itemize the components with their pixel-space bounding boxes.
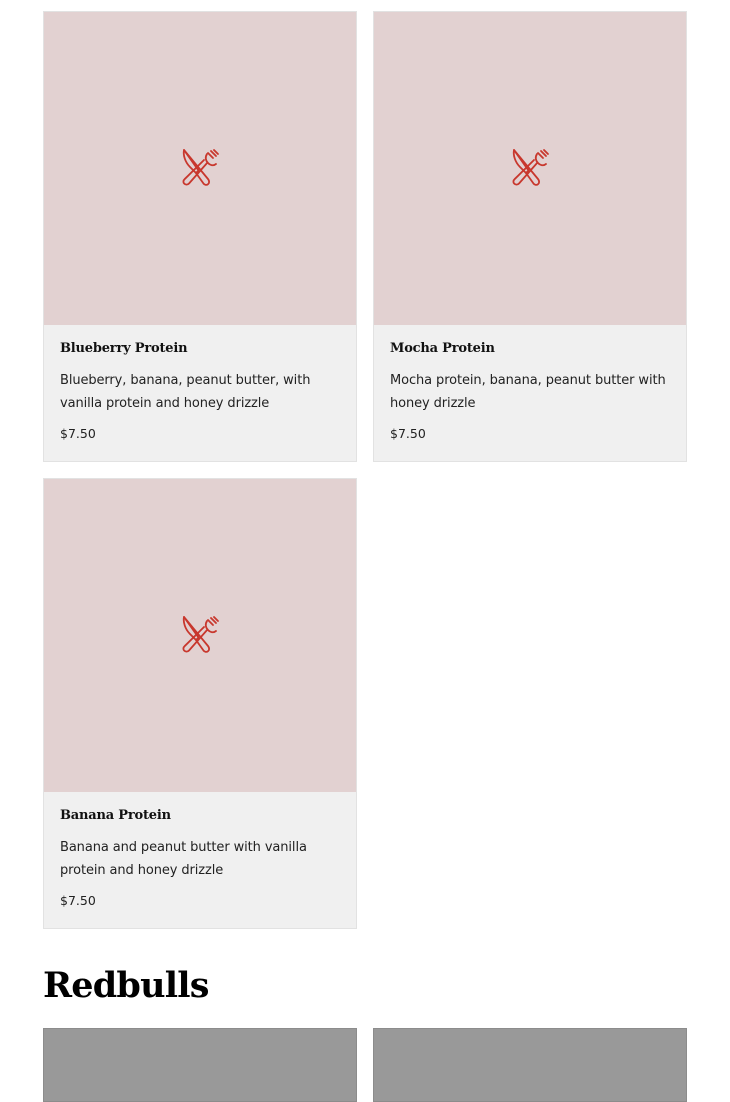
menu-item-image — [44, 12, 356, 325]
menu-item-description: Banana and peanut butter with vanilla pr… — [60, 840, 307, 878]
menu-item-card[interactable]: Banana Protein Banana and peanut butter … — [43, 478, 357, 929]
menu-item-name: Banana Protein — [60, 808, 171, 823]
menu-item-price: $7.50 — [60, 893, 96, 908]
menu-item-price: $7.50 — [390, 426, 426, 441]
fork-knife-icon — [508, 145, 552, 193]
menu-item-price: $7.50 — [60, 426, 96, 441]
menu-item-description: Mocha protein, banana, peanut butter wit… — [390, 373, 666, 411]
fork-knife-icon — [178, 612, 222, 660]
menu-item-card[interactable]: Blueberry Protein Blueberry, banana, pea… — [43, 11, 357, 462]
menu-item-card[interactable] — [43, 1028, 357, 1102]
menu-item-image — [374, 12, 686, 325]
menu-item-name: Mocha Protein — [390, 341, 495, 356]
menu-item-card[interactable]: Mocha Protein Mocha protein, banana, pea… — [373, 11, 687, 462]
fork-knife-icon — [178, 145, 222, 193]
menu-item-card[interactable] — [373, 1028, 687, 1102]
menu-item-name: Blueberry Protein — [60, 341, 188, 356]
menu-item-description: Blueberry, banana, peanut butter, with v… — [60, 373, 311, 411]
section-title-redbulls: Redbulls — [43, 965, 209, 1006]
menu-item-image — [44, 479, 356, 792]
